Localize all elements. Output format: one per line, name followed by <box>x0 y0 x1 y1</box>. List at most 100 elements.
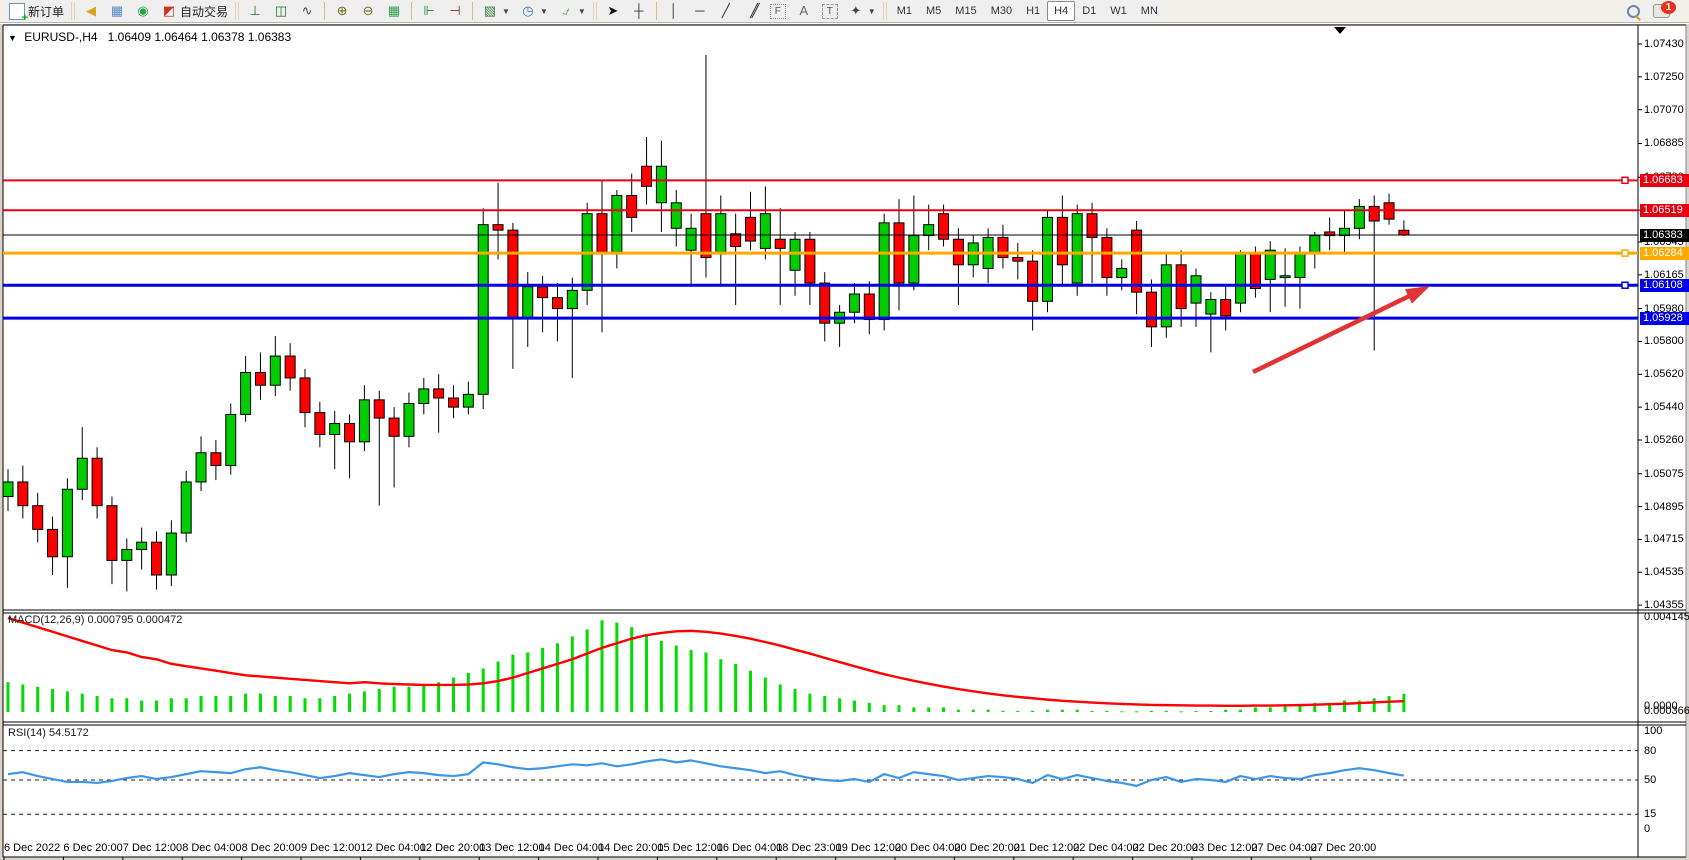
horizontal-line-icon: ─ <box>692 3 708 19</box>
new-chart-dropdown[interactable]: ▧▼ <box>477 1 515 21</box>
zoom-out-button[interactable]: ⊖ <box>355 1 381 21</box>
time-label: 14 Dec 04:00 <box>539 842 604 854</box>
vertical-line-button[interactable]: │ <box>661 1 687 21</box>
candle-88 <box>1310 236 1320 254</box>
timeframe-button-w1[interactable]: W1 <box>1103 1 1134 21</box>
notifications-button[interactable]: 1 <box>1648 1 1675 21</box>
candle-2 <box>33 506 43 530</box>
timeframe-button-mn[interactable]: MN <box>1134 1 1165 21</box>
macd-main-value: 0.000795 <box>87 614 133 626</box>
price-tick-label: 1.04895 <box>1644 501 1684 513</box>
candle-69 <box>1028 261 1038 301</box>
crosshair-button[interactable]: ┼ <box>626 1 652 21</box>
bar-chart-button[interactable]: ⊥ <box>242 1 268 21</box>
timeframe-button-m1[interactable]: M1 <box>890 1 919 21</box>
candle-16 <box>241 372 251 414</box>
macd-indicator-label: MACD(12,26,9) 0.000795 0.000472 <box>8 614 182 626</box>
text-label-button[interactable]: T <box>817 1 843 21</box>
toolbar-grip <box>235 2 240 20</box>
time-label: 20 Dec 20:00 <box>954 842 1019 854</box>
announcement-button[interactable]: ◀ <box>78 1 104 21</box>
channel-button[interactable]: ╱╱ <box>739 1 765 21</box>
period-dropdown[interactable]: ◷▼ <box>515 1 553 21</box>
price-tick-label: 1.05440 <box>1644 401 1684 413</box>
candle-51 <box>760 214 770 249</box>
price-level-box-1.06383: 1.06383 <box>1640 229 1689 242</box>
candle-81 <box>1206 299 1216 314</box>
candle-6 <box>92 458 102 505</box>
timeframe-button-m30[interactable]: M30 <box>984 1 1019 21</box>
chart-canvas[interactable] <box>0 24 1689 860</box>
candle-34 <box>508 230 518 318</box>
auto-scroll-button[interactable]: ⊩ <box>416 1 442 21</box>
candle-30 <box>449 398 459 407</box>
timeframe-button-d1[interactable]: D1 <box>1075 1 1103 21</box>
text-label-icon: T <box>822 4 838 19</box>
candle-90 <box>1340 228 1350 235</box>
timeframe-bar: M1M5M15M30H1H4D1W1MN <box>890 1 1165 21</box>
search-button[interactable] <box>1622 1 1648 21</box>
auto-trading-label: 自动交易 <box>180 3 228 20</box>
horizontal-line-button[interactable]: ─ <box>687 1 713 21</box>
candle-18 <box>270 356 280 385</box>
candle-3 <box>48 529 58 556</box>
timeframe-button-h1[interactable]: H1 <box>1019 1 1047 21</box>
text-button[interactable]: A <box>791 1 817 21</box>
crosshair-icon: ┼ <box>631 3 647 19</box>
equidistant-channel-icon: ╱╱ <box>744 3 760 19</box>
cursor-button[interactable]: ➤ <box>600 1 626 21</box>
text-icon: A <box>796 3 812 19</box>
zoom-in-button[interactable]: ⊕ <box>329 1 355 21</box>
time-label: 27 Dec 04:00 <box>1251 842 1316 854</box>
candle-50 <box>746 217 756 241</box>
macd-axis-current: 0.000366 <box>1644 705 1689 717</box>
candle-74 <box>1102 237 1112 277</box>
timeframe-button-m15[interactable]: M15 <box>948 1 983 21</box>
dropdown-arrow-icon: ▼ <box>578 7 586 16</box>
toolbar: + 新订单 ◀ ▦ ◉ ◩ 自动交易 ⊥ ◫ ∿ ⊕ ⊖ ▦ ⊩ ⊣ ▧▼ ◷▼… <box>0 0 1689 23</box>
fibonacci-button[interactable]: F <box>765 1 791 21</box>
candle-84 <box>1250 254 1260 289</box>
time-label: 22 Dec 04:00 <box>1073 842 1138 854</box>
tile-windows-button[interactable]: ▦ <box>381 1 407 21</box>
price-level-box-1.06284: 1.06284 <box>1640 247 1689 260</box>
time-label: 7 Dec 12:00 <box>123 842 182 854</box>
hline-handle[interactable] <box>1622 282 1628 288</box>
candle-0 <box>3 482 13 497</box>
candle-87 <box>1295 254 1305 278</box>
hline-handle[interactable] <box>1622 250 1628 256</box>
trendline-button[interactable]: ╱ <box>713 1 739 21</box>
candle-10 <box>152 542 162 575</box>
candle-5 <box>77 458 87 489</box>
candle-92 <box>1369 206 1379 221</box>
chart-shift-button[interactable]: ⊣ <box>442 1 468 21</box>
indicators-dropdown[interactable]: ⍻▼ <box>553 1 591 21</box>
candle-62 <box>924 225 934 236</box>
market-watch-icon: ▦ <box>109 3 125 19</box>
candle-chart-button[interactable]: ◫ <box>268 1 294 21</box>
candle-28 <box>419 389 429 404</box>
new-order-label: 新订单 <box>28 3 64 20</box>
candle-82 <box>1221 299 1231 315</box>
arrow-objects-icon: ✦ <box>848 3 864 19</box>
arrows-dropdown[interactable]: ✦▼ <box>843 1 881 21</box>
fibonacci-icon: F <box>770 4 786 19</box>
new-order-button[interactable]: + 新订单 <box>4 1 69 21</box>
hline-handle[interactable] <box>1622 177 1628 183</box>
chart-collapse-arrow-icon[interactable]: ▼ <box>8 33 17 43</box>
cursor-icon: ➤ <box>605 3 621 19</box>
auto-trading-button[interactable]: ◩ 自动交易 <box>156 1 233 21</box>
rsi-axis-50: 50 <box>1644 774 1656 786</box>
new-order-icon: + <box>9 3 25 20</box>
candle-33 <box>493 225 503 230</box>
candle-68 <box>1013 258 1023 262</box>
signals-button[interactable]: ◉ <box>130 1 156 21</box>
line-chart-button[interactable]: ∿ <box>294 1 320 21</box>
market-watch-button[interactable]: ▦ <box>104 1 130 21</box>
candle-45 <box>671 203 681 229</box>
candle-77 <box>1146 292 1156 327</box>
rsi-axis-15: 15 <box>1644 808 1656 820</box>
timeframe-button-m5[interactable]: M5 <box>919 1 948 21</box>
candle-24 <box>359 400 369 442</box>
timeframe-button-h4[interactable]: H4 <box>1047 1 1075 21</box>
